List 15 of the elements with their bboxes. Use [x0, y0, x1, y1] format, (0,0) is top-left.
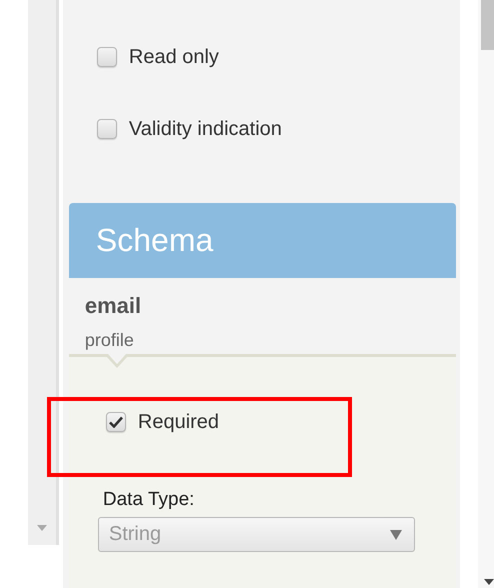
scroll-down-icon[interactable]	[484, 579, 494, 585]
data-type-label: Data Type:	[102, 489, 196, 511]
scroll-thumb[interactable]	[481, 0, 494, 50]
checkbox-label: Required	[138, 410, 220, 434]
checkbox[interactable]	[106, 412, 126, 432]
scrollbar[interactable]	[478, 0, 494, 588]
field-name: email	[84, 292, 142, 320]
section-header: Schema	[68, 203, 456, 278]
caret-icon	[390, 530, 402, 540]
field-group: profile	[84, 328, 456, 352]
checkbox-label: Read only	[128, 46, 219, 68]
checkbox-label: Validity indication	[128, 118, 282, 140]
left-scrollbar[interactable]	[28, 0, 59, 545]
checkbox[interactable]	[96, 47, 117, 67]
checkbox[interactable]	[96, 119, 117, 139]
